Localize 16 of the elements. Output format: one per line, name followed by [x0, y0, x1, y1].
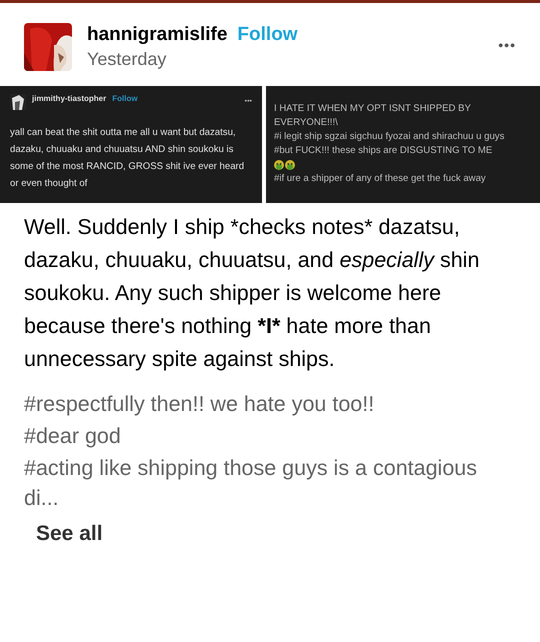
tag-text: #if ure a shipper of any of these get the fuck away: [274, 172, 487, 186]
more-button[interactable]: •••: [498, 37, 516, 53]
tag-text: #i legit ship sgzai sigchuu fyozai and shirachuu u guys: [274, 130, 506, 144]
timestamp: Yesterday: [87, 49, 168, 70]
post-text: yall can beat the shit outta me all u want but dazatsu, dazaku, chuuaku and chuuatsu AND shin soukoku is some of the most RANCID, GROSS shit ive ever heard or even thought of: [10, 126, 246, 191]
username[interactable]: hannigramislife: [87, 24, 228, 46]
tag-link[interactable]: #respectfully then!! we hate you too!!: [24, 388, 516, 420]
tag-link[interactable]: #dear god: [24, 420, 516, 452]
see-all-button[interactable]: See all: [36, 522, 103, 546]
tag-text: I HATE IT WHEN MY OPT ISNT SHIPPED BY EVERYONE!!!\: [274, 102, 472, 130]
tag-link[interactable]: #acting like shipping those guys is a contagious di...: [24, 452, 516, 514]
nauseated-face-icon: [285, 160, 295, 170]
post-text: Well. Suddenly I ship *checks notes* dazatsu, dazaku, chuuaku, chuuatsu, and especially shin soukoku. Any such shipper is welcome here because there's nothing *I* hate more than unnecessary spite against ships.: [24, 214, 480, 373]
tag-text: #but FUCK!!! these ships are DISGUSTING TO ME: [274, 144, 494, 158]
nauseated-face-icon: [274, 160, 284, 170]
username: jimmithy-tiastopher: [32, 94, 106, 103]
